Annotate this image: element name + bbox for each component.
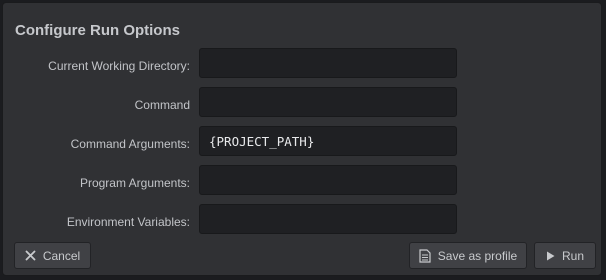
command-arguments-input[interactable] — [199, 126, 457, 156]
document-icon — [419, 248, 431, 263]
command-input[interactable] — [199, 87, 457, 117]
save-as-profile-label: Save as profile — [437, 248, 518, 263]
command-arguments-label: Command Arguments: — [70, 137, 190, 151]
program-arguments-label: Program Arguments: — [79, 176, 190, 190]
run-button[interactable]: Run — [534, 242, 596, 269]
run-options-dialog: Configure Run Options Current Working Di… — [2, 2, 602, 276]
environment-variables-label: Environment Variables: — [66, 215, 190, 229]
cancel-button-label: Cancel — [42, 248, 81, 263]
cancel-button[interactable]: Cancel — [14, 242, 91, 269]
dialog-title: Configure Run Options — [15, 22, 180, 39]
command-label: Command — [134, 98, 190, 112]
close-icon — [25, 250, 36, 261]
cwd-label: Current Working Directory: — [48, 59, 190, 73]
save-as-profile-button[interactable]: Save as profile — [409, 242, 527, 269]
play-icon — [546, 251, 555, 261]
run-button-label: Run — [561, 248, 584, 263]
program-arguments-input[interactable] — [199, 165, 457, 195]
environment-variables-input[interactable] — [199, 204, 457, 234]
cwd-input[interactable] — [199, 48, 457, 78]
